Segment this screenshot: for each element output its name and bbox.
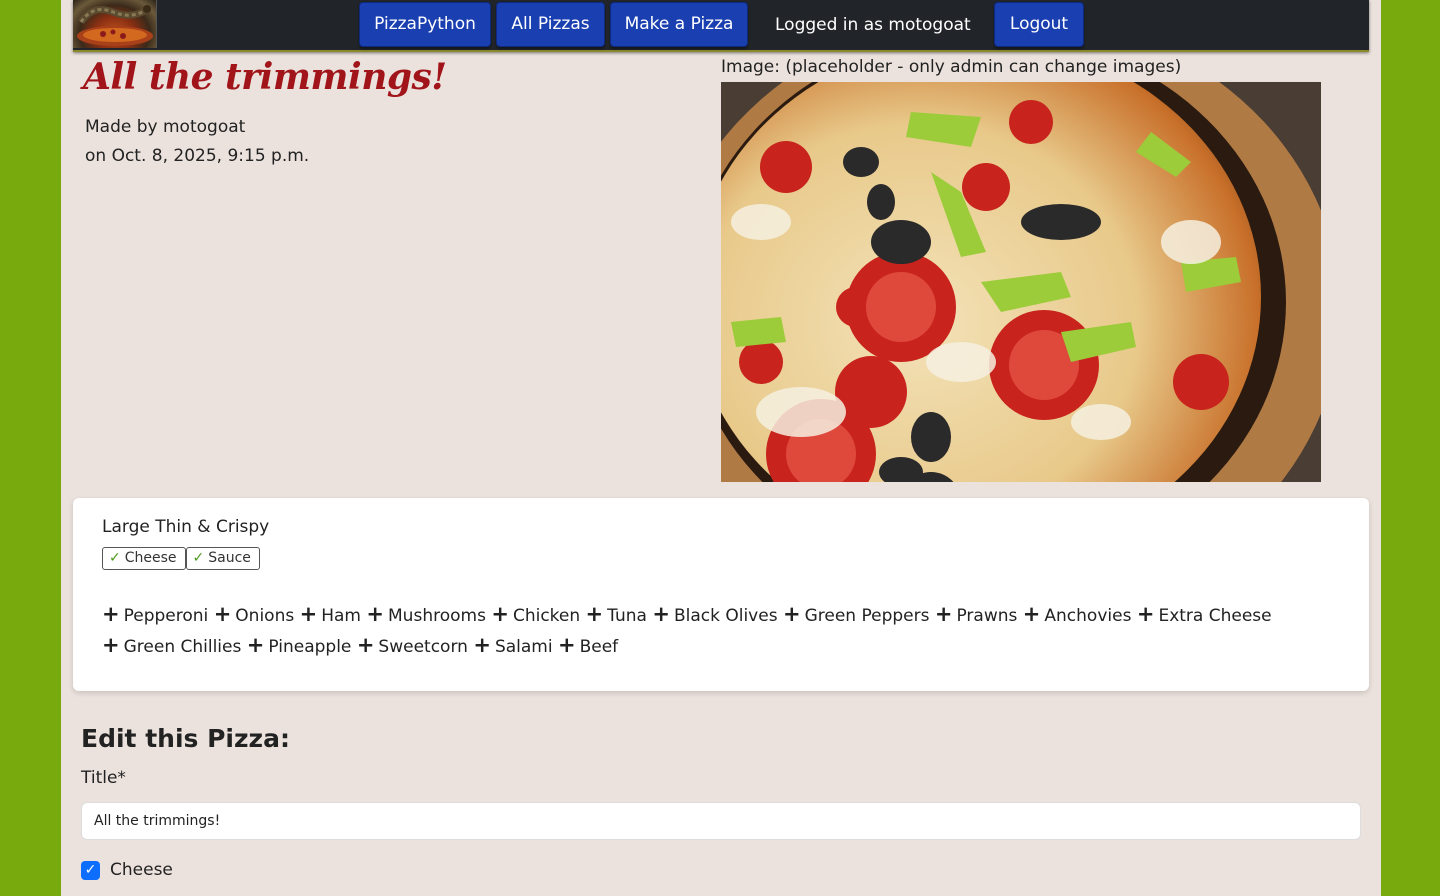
topping-item: + Salami bbox=[473, 633, 553, 657]
topping-label: Chicken bbox=[512, 606, 581, 626]
plus-icon: + bbox=[246, 633, 265, 657]
image-caption: Image: (placeholder - only admin can cha… bbox=[721, 57, 1182, 77]
cheese-label: Cheese bbox=[110, 860, 173, 880]
topping-label: Ham bbox=[321, 606, 361, 626]
badge-cheese: ✓ Cheese bbox=[102, 547, 186, 570]
all-pizzas-button[interactable]: All Pizzas bbox=[496, 2, 605, 47]
topping-label: Sweetcorn bbox=[378, 637, 468, 657]
topping-label: Pepperoni bbox=[123, 606, 209, 626]
page: PizzaPython All Pizzas Make a Pizza Logg… bbox=[61, 0, 1381, 896]
title-input[interactable] bbox=[81, 802, 1361, 840]
topping-item: + Anchovies bbox=[1023, 602, 1132, 626]
brand-button[interactable]: PizzaPython bbox=[359, 2, 491, 47]
cheese-checkbox[interactable]: ✓ bbox=[81, 861, 100, 880]
pizza-base: Large Thin & Crispy bbox=[102, 517, 270, 537]
plus-icon: + bbox=[557, 633, 576, 657]
topping-item: + Green Chillies bbox=[102, 633, 242, 657]
pizza-title: All the trimmings! bbox=[83, 56, 447, 98]
topping-label: Tuna bbox=[607, 606, 647, 626]
topping-item: + Tuna bbox=[586, 602, 647, 626]
plus-icon: + bbox=[585, 602, 604, 626]
plus-icon: + bbox=[213, 602, 232, 626]
pizza-image bbox=[721, 82, 1321, 482]
plus-icon: + bbox=[491, 602, 509, 626]
toppings-list: + Pepperoni + Onions + Ham + Mushrooms + Chic… bbox=[102, 600, 1302, 662]
plus-icon: + bbox=[1022, 602, 1041, 626]
plus-icon: + bbox=[356, 633, 375, 657]
topping-item: + Mushrooms bbox=[366, 602, 486, 626]
made-by-text: Made by motogoat bbox=[85, 117, 246, 137]
plus-icon: + bbox=[782, 602, 801, 626]
check-icon: ✓ bbox=[192, 550, 205, 566]
topping-item: + Ham bbox=[300, 602, 361, 626]
badge-label: Sauce bbox=[208, 550, 251, 566]
topping-item: + Pineapple bbox=[247, 633, 352, 657]
topping-label: Salami bbox=[494, 637, 553, 657]
topping-label: Pineapple bbox=[268, 637, 352, 657]
topping-label: Green Peppers bbox=[804, 606, 930, 626]
plus-icon: + bbox=[366, 602, 385, 626]
topping-label: Extra Cheese bbox=[1158, 606, 1272, 626]
topping-item: + Beef bbox=[558, 633, 619, 657]
check-icon: ✓ bbox=[109, 550, 121, 566]
topping-item: + Pepperoni bbox=[102, 602, 209, 626]
topping-label: Green Chillies bbox=[123, 637, 242, 657]
topping-label: Mushrooms bbox=[388, 606, 486, 626]
pizza-logo[interactable] bbox=[73, 0, 157, 48]
badge-label: Cheese bbox=[124, 550, 177, 566]
topping-label: Prawns bbox=[956, 606, 1018, 626]
plus-icon: + bbox=[1136, 602, 1155, 626]
plus-icon: + bbox=[652, 602, 670, 626]
make-pizza-button[interactable]: Make a Pizza bbox=[610, 2, 748, 47]
topping-item: + Green Peppers bbox=[783, 602, 930, 626]
topping-label: Beef bbox=[579, 637, 619, 657]
topping-label: Anchovies bbox=[1044, 606, 1132, 626]
plus-icon: + bbox=[102, 602, 120, 626]
logout-button[interactable]: Logout bbox=[994, 2, 1084, 47]
plus-icon: + bbox=[473, 633, 491, 657]
plus-icon: + bbox=[934, 602, 953, 626]
topping-label: Black Olives bbox=[673, 606, 778, 626]
topping-item: + Sweetcorn bbox=[357, 633, 468, 657]
topping-item: + Onions bbox=[214, 602, 295, 626]
logged-in-text: Logged in as motogoat bbox=[775, 15, 971, 35]
sauce-cheese-badges: ✓ Cheese ✓ Sauce bbox=[102, 547, 260, 570]
badge-sauce: ✓ Sauce bbox=[185, 547, 260, 570]
navbar: PizzaPython All Pizzas Make a Pizza Logg… bbox=[73, 0, 1369, 52]
made-on-text: on Oct. 8, 2025, 9:15 p.m. bbox=[85, 146, 310, 166]
topping-item: + Prawns bbox=[935, 602, 1018, 626]
topping-item: + Extra Cheese bbox=[1137, 602, 1272, 626]
topping-label: Onions bbox=[235, 606, 295, 626]
pizza-card: Large Thin & Crispy ✓ Cheese ✓ Sauce + Pe… bbox=[73, 498, 1369, 691]
plus-icon: + bbox=[102, 633, 120, 657]
pizza-meta: Made by motogoat on Oct. 8, 2025, 9:15 p… bbox=[85, 113, 309, 171]
plus-icon: + bbox=[299, 602, 318, 626]
edit-heading: Edit this Pizza: bbox=[81, 724, 290, 753]
topping-item: + Black Olives bbox=[652, 602, 778, 626]
title-label: Title* bbox=[81, 768, 126, 788]
topping-item: + Chicken bbox=[491, 602, 581, 626]
